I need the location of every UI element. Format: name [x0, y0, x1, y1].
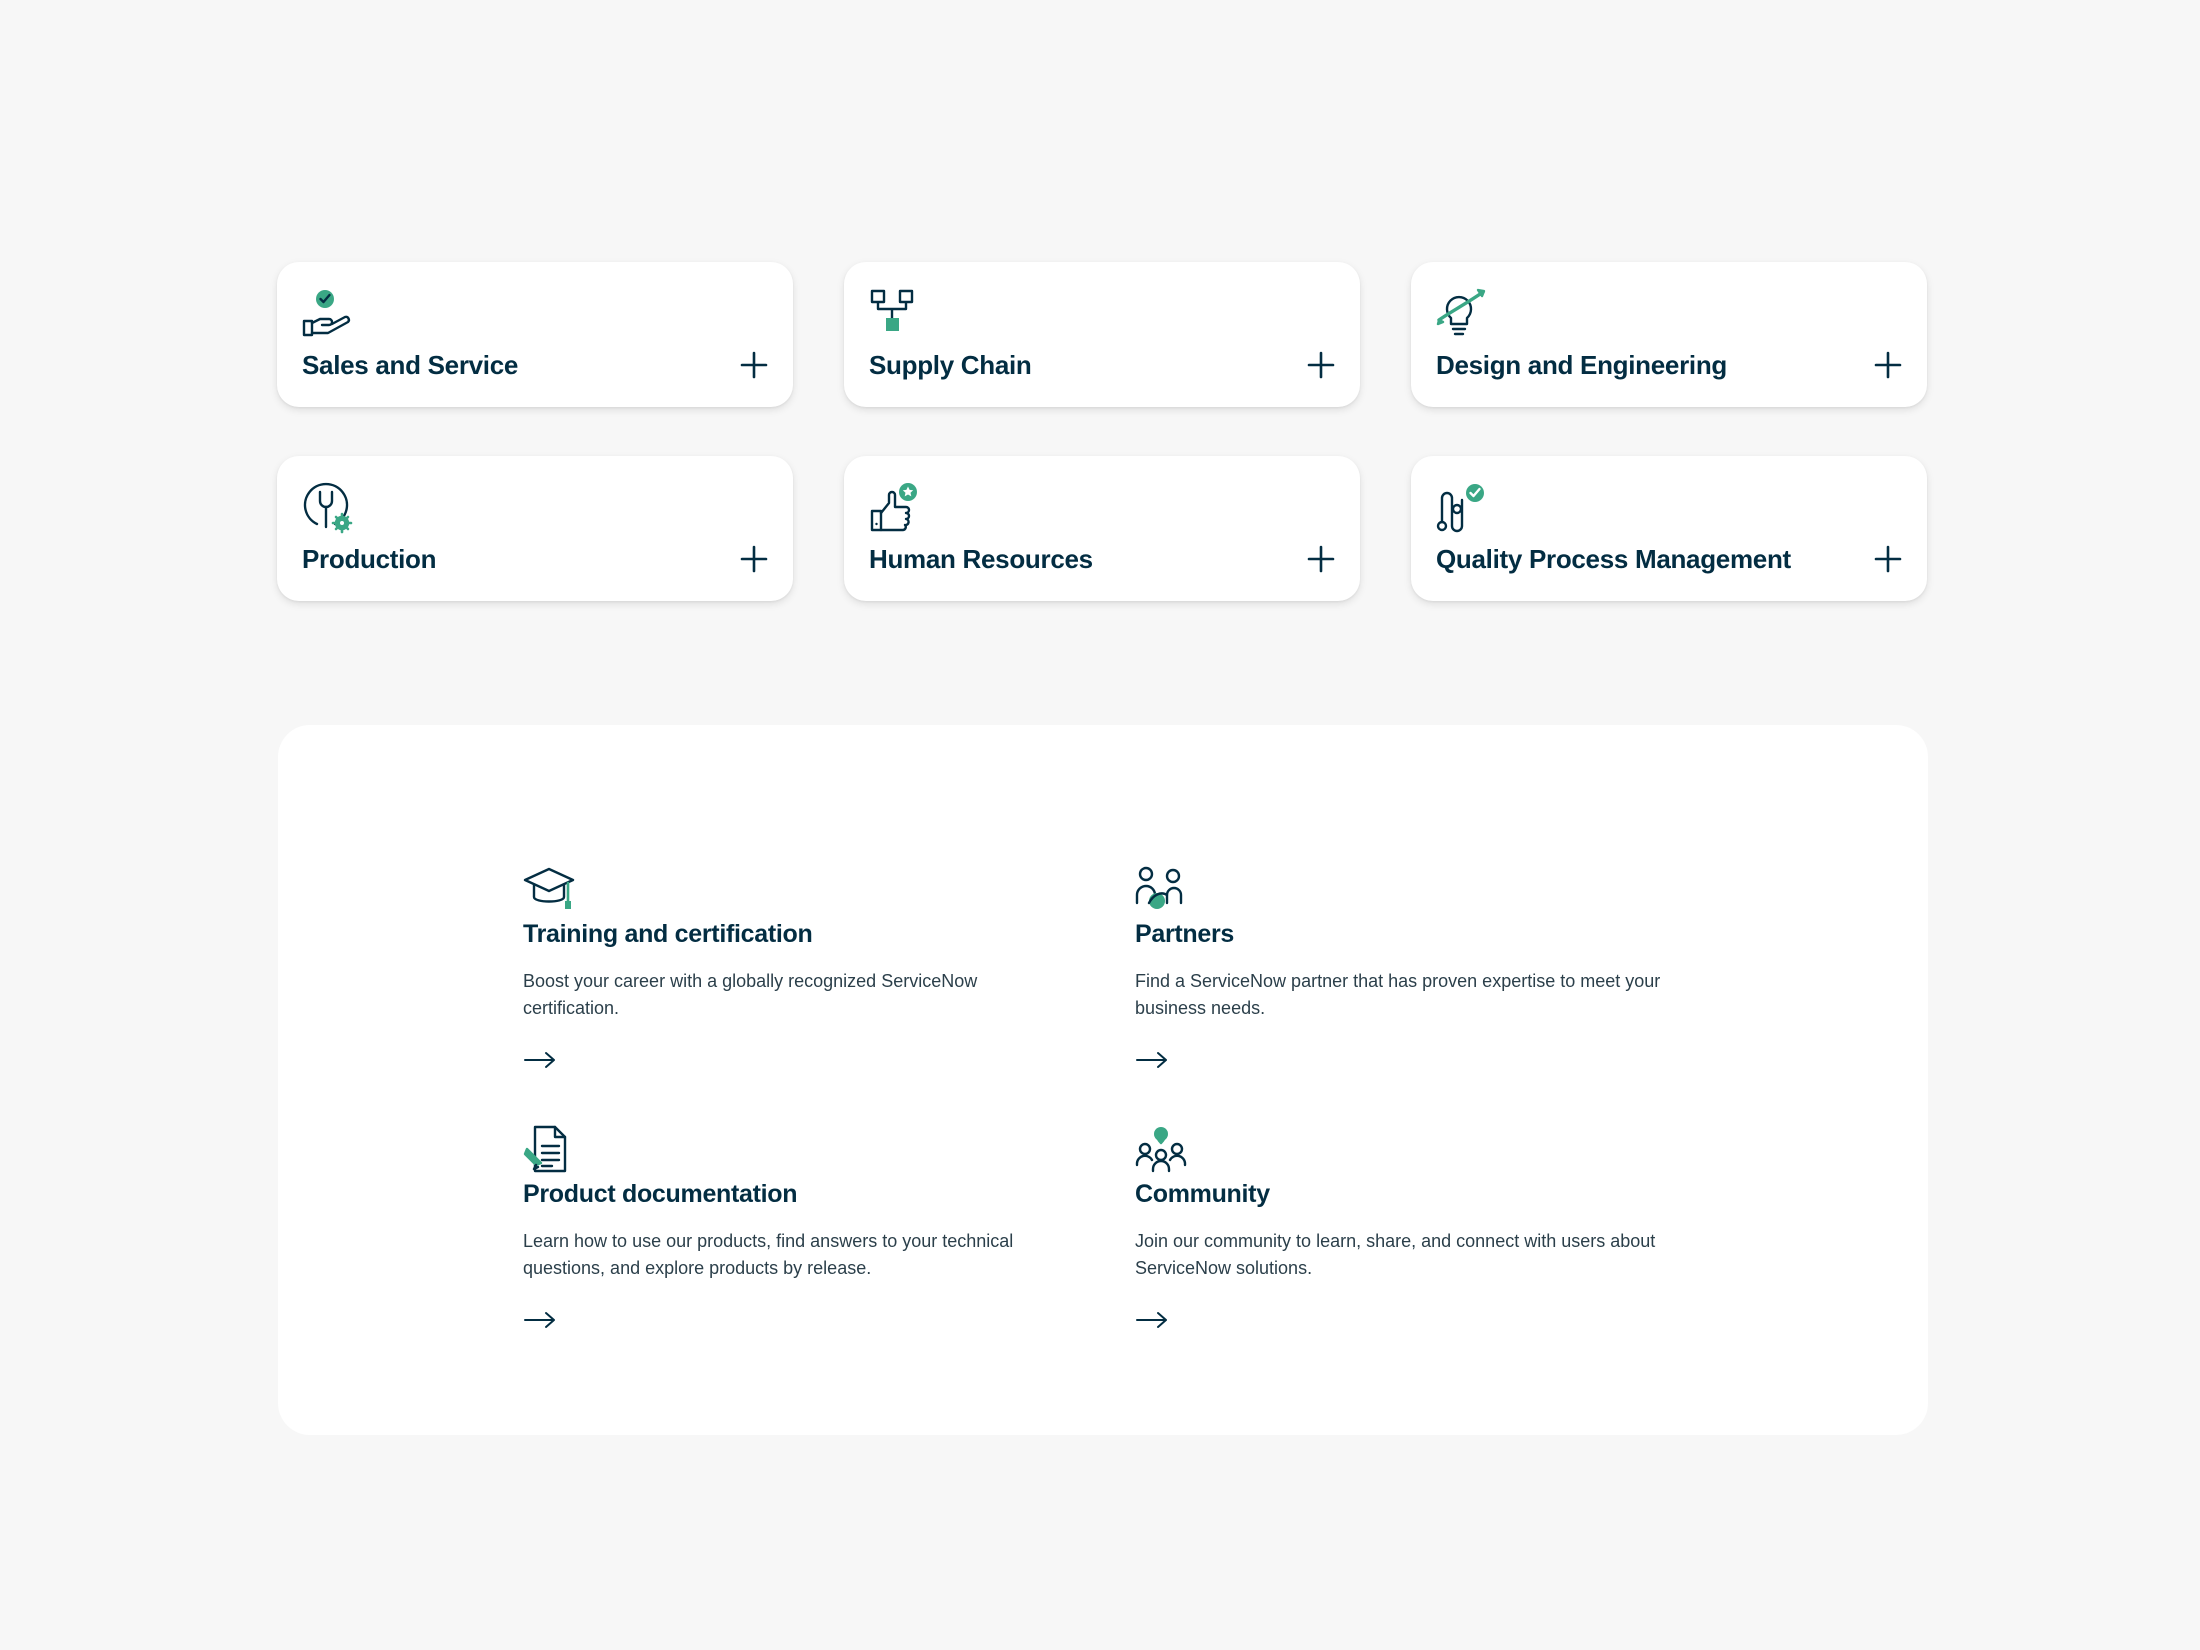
resource-title: Community: [1135, 1180, 1270, 1208]
plus-icon[interactable]: [1306, 350, 1336, 380]
card-title: Supply Chain: [869, 350, 1032, 380]
plus-icon[interactable]: [1306, 544, 1336, 574]
thumbs-up-star-icon: [868, 482, 920, 534]
plus-icon[interactable]: [1873, 544, 1903, 574]
resource-description: Join our community to learn, share, and …: [1135, 1231, 1656, 1278]
lightbulb-planet-icon: [1435, 288, 1487, 340]
card-title: Human Resources: [869, 544, 1093, 574]
arrow-right-icon[interactable]: [523, 1050, 557, 1070]
card-human-resources[interactable]: Human Resources: [844, 456, 1360, 601]
card-title: Quality Process Management: [1436, 544, 1791, 574]
graduation-cap-icon: [523, 865, 575, 913]
community-people-icon: [1135, 1125, 1187, 1173]
resource-title: Product documentation: [523, 1180, 798, 1208]
card-title: Design and Engineering: [1436, 350, 1727, 380]
card-production[interactable]: Production: [277, 456, 793, 601]
resource-description: Learn how to use our products, find answ…: [523, 1231, 1014, 1278]
card-quality-process-management[interactable]: Quality Process Management: [1411, 456, 1927, 601]
partners-handshake-icon: [1135, 865, 1187, 913]
card-design-and-engineering[interactable]: Design and Engineering: [1411, 262, 1927, 407]
arrow-right-icon[interactable]: [1135, 1050, 1169, 1070]
card-title: Sales and Service: [302, 350, 519, 380]
hand-check-icon: [301, 288, 353, 340]
process-path-check-icon: [1435, 482, 1487, 534]
resources-panel: Training and certification Boost your ca…: [278, 725, 1928, 1435]
resource-title: Training and certification: [523, 920, 813, 948]
arrow-right-icon[interactable]: [523, 1310, 557, 1330]
solution-cards-grid: Sales and Service Supply Chain Design an…: [277, 262, 1927, 601]
document-pencil-icon: [523, 1125, 575, 1173]
plus-icon[interactable]: [739, 544, 769, 574]
plus-icon[interactable]: [1873, 350, 1903, 380]
arrow-right-icon[interactable]: [1135, 1310, 1169, 1330]
resource-title: Partners: [1135, 920, 1235, 948]
plus-icon[interactable]: [739, 350, 769, 380]
network-nodes-icon: [868, 288, 920, 340]
resource-description: Find a ServiceNow partner that has prove…: [1135, 971, 1661, 1018]
resource-description: Boost your career with a globally recogn…: [523, 971, 978, 1018]
card-sales-and-service[interactable]: Sales and Service: [277, 262, 793, 407]
card-supply-chain[interactable]: Supply Chain: [844, 262, 1360, 407]
wrench-gear-icon: [301, 482, 353, 534]
card-title: Production: [302, 544, 437, 574]
